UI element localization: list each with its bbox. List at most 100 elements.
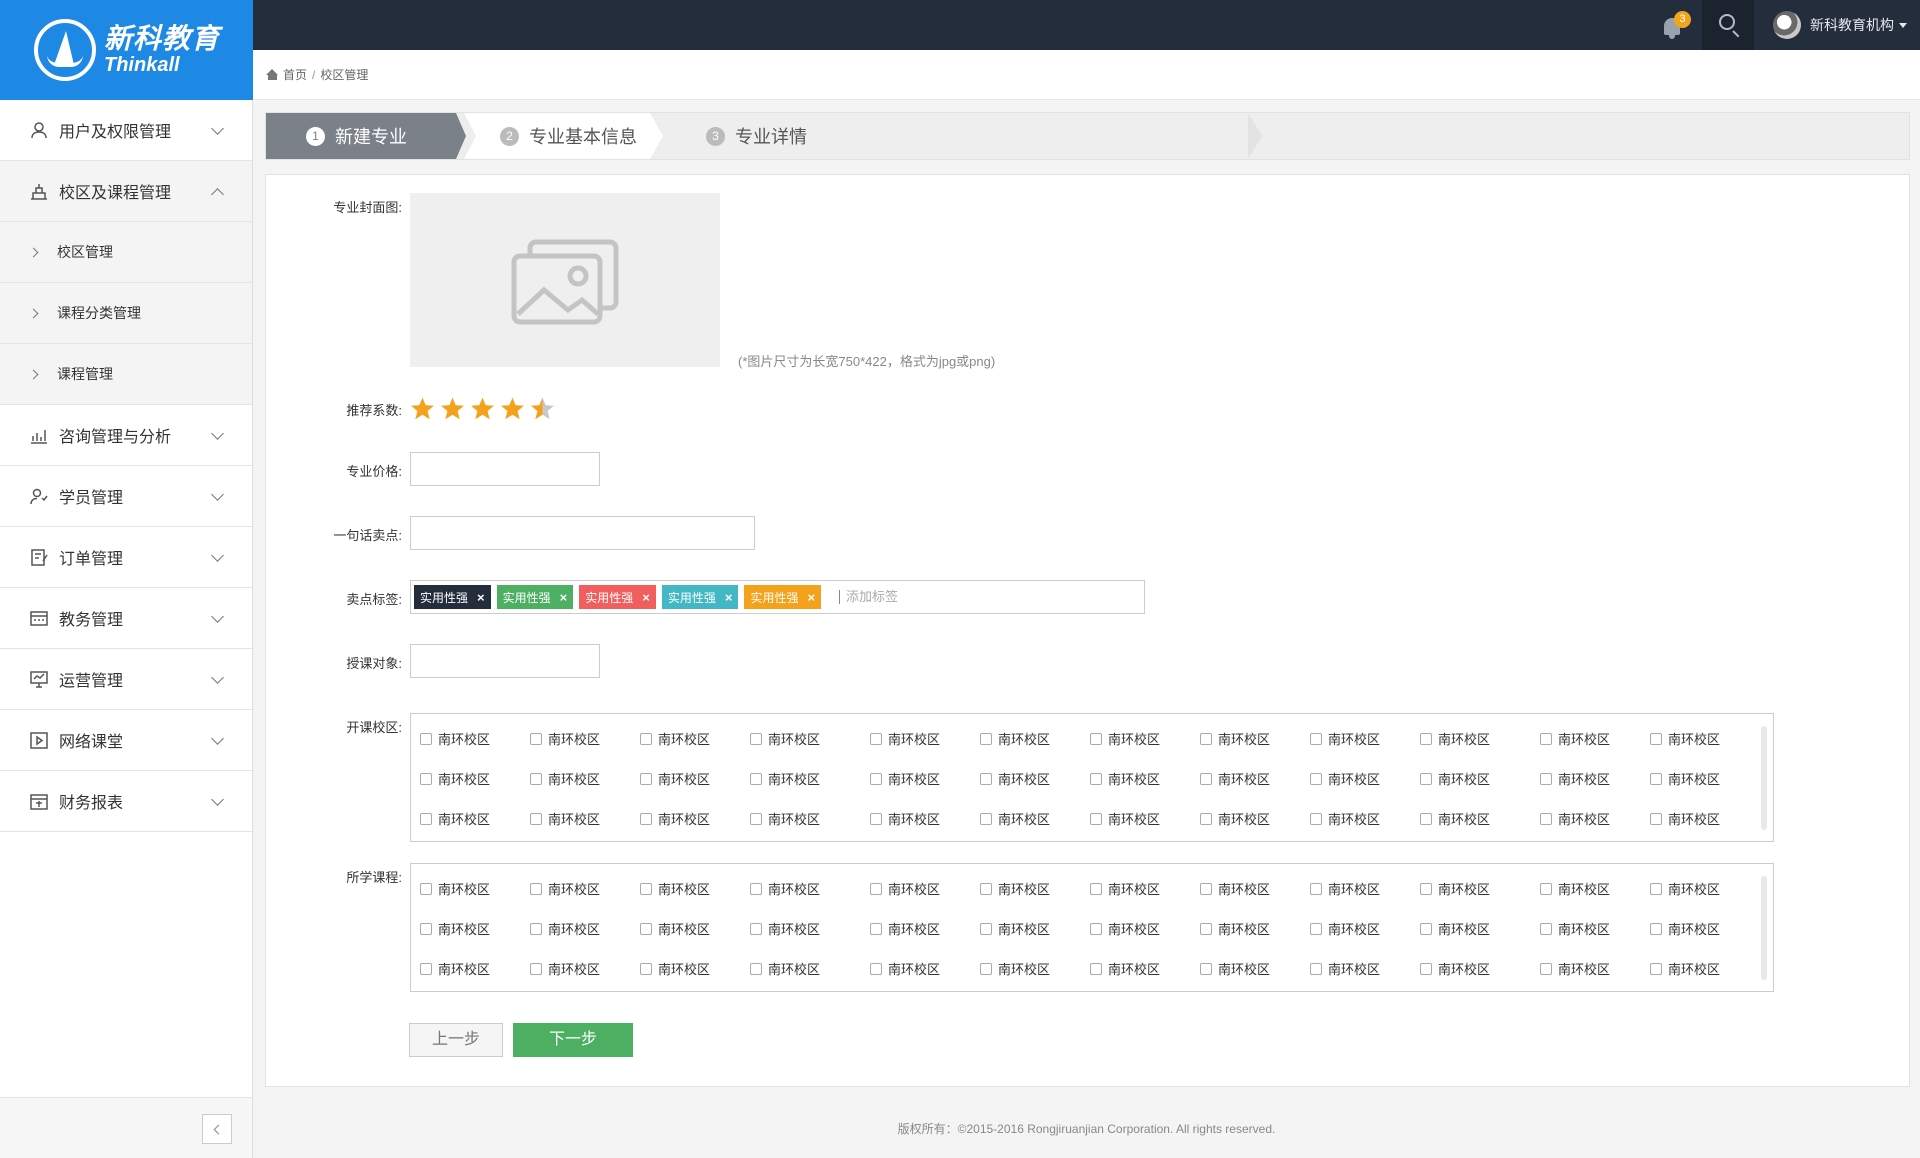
checkbox[interactable]	[750, 732, 762, 745]
star-icon[interactable]	[500, 396, 525, 421]
checkbox[interactable]	[1090, 812, 1102, 825]
checkbox-option[interactable]: 南环校区	[640, 879, 710, 898]
checkbox[interactable]	[1200, 962, 1212, 975]
checkbox[interactable]	[420, 812, 432, 825]
checkbox-option[interactable]: 南环校区	[420, 959, 490, 978]
checkbox[interactable]	[530, 812, 542, 825]
checkbox-option[interactable]: 南环校区	[750, 879, 820, 898]
checkbox-option[interactable]: 南环校区	[1650, 879, 1720, 898]
checkbox[interactable]	[1090, 732, 1102, 745]
checkbox[interactable]	[1090, 772, 1102, 785]
checkbox[interactable]	[530, 732, 542, 745]
checkbox[interactable]	[1650, 812, 1662, 825]
checkbox-option[interactable]: 南环校区	[1310, 879, 1380, 898]
logo[interactable]: 新科教育 Thinkall	[0, 0, 253, 100]
checkbox[interactable]	[1310, 812, 1322, 825]
checkbox-option[interactable]: 南环校区	[1650, 809, 1720, 828]
checkbox-option[interactable]: 南环校区	[1200, 769, 1270, 788]
checkbox-option[interactable]: 南环校区	[1650, 959, 1720, 978]
checkbox[interactable]	[640, 882, 652, 895]
checkbox[interactable]	[870, 772, 882, 785]
next-button[interactable]: 下一步	[513, 1023, 633, 1057]
checkbox[interactable]	[1650, 772, 1662, 785]
checkbox-option[interactable]: 南环校区	[640, 959, 710, 978]
checkbox[interactable]	[1650, 882, 1662, 895]
checkbox[interactable]	[1310, 962, 1322, 975]
checkbox-option[interactable]: 南环校区	[1420, 809, 1490, 828]
sidebar-item[interactable]: 财务报表	[0, 771, 252, 832]
checkbox[interactable]	[640, 772, 652, 785]
checkbox[interactable]	[1420, 962, 1432, 975]
checkbox[interactable]	[1090, 962, 1102, 975]
checkbox[interactable]	[420, 772, 432, 785]
sidebar-item[interactable]: 学员管理	[0, 466, 252, 527]
checkbox-option[interactable]: 南环校区	[530, 959, 600, 978]
checkbox[interactable]	[420, 962, 432, 975]
checkbox-option[interactable]: 南环校区	[420, 809, 490, 828]
sidebar-item[interactable]: 用户及权限管理	[0, 100, 252, 161]
checkbox[interactable]	[870, 962, 882, 975]
checkbox-option[interactable]: 南环校区	[870, 769, 940, 788]
breadcrumb-home[interactable]: 首页	[283, 66, 307, 83]
checkbox-option[interactable]: 南环校区	[980, 879, 1050, 898]
checkbox[interactable]	[870, 732, 882, 745]
sidebar-item[interactable]: 校区及课程管理	[0, 161, 252, 222]
sidebar-item[interactable]: 订单管理	[0, 527, 252, 588]
step-3[interactable]: 3 专业详情	[664, 113, 1262, 159]
checkbox-option[interactable]: 南环校区	[980, 919, 1050, 938]
checkbox-option[interactable]: 南环校区	[1650, 919, 1720, 938]
checkbox-option[interactable]: 南环校区	[420, 879, 490, 898]
checkbox-option[interactable]: 南环校区	[1200, 809, 1270, 828]
checkbox[interactable]	[1650, 922, 1662, 935]
checkbox-option[interactable]: 南环校区	[1310, 809, 1380, 828]
sidebar-item[interactable]: 网络课堂	[0, 710, 252, 771]
checkbox-option[interactable]: 南环校区	[420, 769, 490, 788]
checkbox-option[interactable]: 南环校区	[1650, 769, 1720, 788]
search-button[interactable]	[1702, 0, 1754, 50]
checkbox[interactable]	[420, 922, 432, 935]
collapse-sidebar-button[interactable]	[202, 1114, 232, 1144]
checkbox[interactable]	[420, 882, 432, 895]
checkbox-option[interactable]: 南环校区	[980, 959, 1050, 978]
prev-button[interactable]: 上一步	[409, 1023, 503, 1057]
checkbox[interactable]	[1540, 732, 1552, 745]
checkbox[interactable]	[1200, 882, 1212, 895]
checkbox[interactable]	[750, 812, 762, 825]
checkbox[interactable]	[870, 922, 882, 935]
sidebar-subitem[interactable]: 课程分类管理	[0, 283, 252, 344]
checkbox[interactable]	[1420, 922, 1432, 935]
checkbox-option[interactable]: 南环校区	[750, 809, 820, 828]
checkbox-option[interactable]: 南环校区	[870, 879, 940, 898]
price-input[interactable]	[410, 452, 600, 486]
checkbox-option[interactable]: 南环校区	[640, 769, 710, 788]
checkbox[interactable]	[1650, 732, 1662, 745]
checkbox-option[interactable]: 南环校区	[420, 919, 490, 938]
checkbox[interactable]	[1200, 772, 1212, 785]
checkbox-option[interactable]: 南环校区	[1090, 879, 1160, 898]
checkbox[interactable]	[1540, 882, 1552, 895]
checkbox-option[interactable]: 南环校区	[750, 729, 820, 748]
checkbox[interactable]	[640, 812, 652, 825]
user-menu[interactable]: 新科教育机构	[1773, 0, 1907, 50]
checkbox-option[interactable]: 南环校区	[1310, 769, 1380, 788]
checkbox[interactable]	[1310, 772, 1322, 785]
close-icon[interactable]: ×	[725, 590, 733, 605]
sidebar-item[interactable]: 咨询管理与分析	[0, 405, 252, 466]
checkbox[interactable]	[1420, 882, 1432, 895]
checkbox[interactable]	[640, 962, 652, 975]
checkbox[interactable]	[1540, 962, 1552, 975]
checkbox[interactable]	[1200, 922, 1212, 935]
checkbox[interactable]	[750, 962, 762, 975]
checkbox[interactable]	[640, 732, 652, 745]
checkbox[interactable]	[750, 772, 762, 785]
sidebar-subitem[interactable]: 课程管理	[0, 344, 252, 405]
checkbox-option[interactable]: 南环校区	[870, 959, 940, 978]
checkbox-option[interactable]: 南环校区	[1090, 959, 1160, 978]
checkbox-option[interactable]: 南环校区	[1420, 879, 1490, 898]
checkbox[interactable]	[980, 922, 992, 935]
sidebar-subitem[interactable]: 校区管理	[0, 222, 252, 283]
checkbox-option[interactable]: 南环校区	[530, 769, 600, 788]
checkbox-option[interactable]: 南环校区	[750, 769, 820, 788]
checkbox-option[interactable]: 南环校区	[530, 809, 600, 828]
checkbox-option[interactable]: 南环校区	[750, 919, 820, 938]
